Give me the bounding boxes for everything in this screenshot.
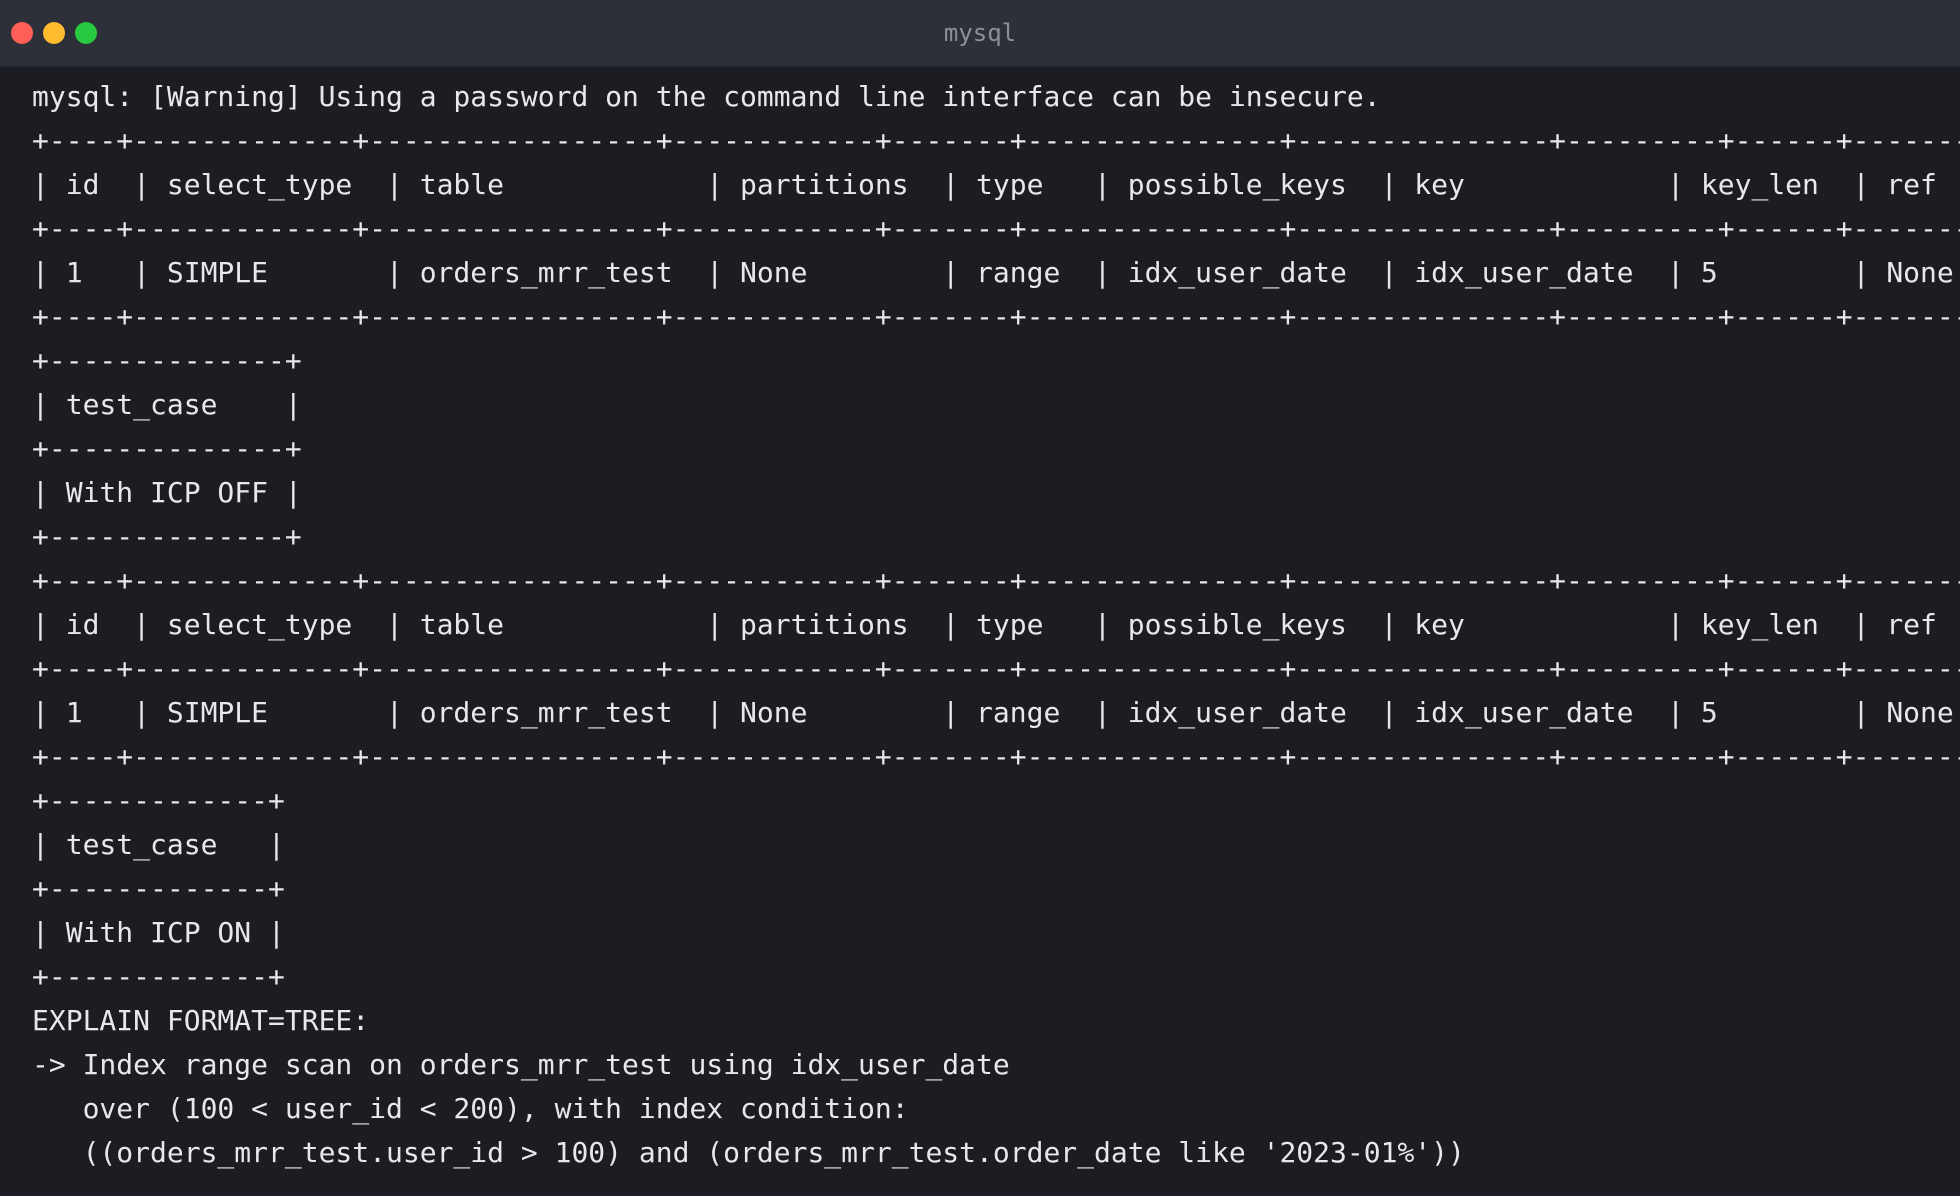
table-border-line: +----+-------------+-----------------+--…: [32, 300, 1960, 333]
explain-tree-line: ((orders_mrr_test.user_id > 100) and (or…: [32, 1136, 1465, 1169]
test-case-header-row: | test_case |: [32, 828, 285, 861]
explain-tree-line: over (100 < user_id < 200), with index c…: [32, 1092, 909, 1125]
terminal-output[interactable]: mysql: [Warning] Using a password on the…: [0, 66, 1960, 1196]
title-bar: mysql: [0, 0, 1960, 67]
window-title: mysql: [943, 19, 1017, 47]
table-border-line: +----+-------------+-----------------+--…: [32, 652, 1960, 685]
explain-tree-heading: EXPLAIN FORMAT=TREE:: [32, 1004, 370, 1037]
explain-data-row: | 1 | SIMPLE | orders_mrr_test | None | …: [32, 696, 1954, 729]
test-case-header-row: | test_case |: [32, 388, 302, 421]
table-border-line: +--------------+: [32, 344, 302, 377]
explain-header-row: | id | select_type | table | partitions …: [32, 168, 1937, 201]
table-border-line: +----+-------------+-----------------+--…: [32, 124, 1960, 157]
test-case-value-row: | With ICP ON |: [32, 916, 285, 949]
table-border-line: +--------------+: [32, 520, 302, 553]
explain-data-row: | 1 | SIMPLE | orders_mrr_test | None | …: [32, 256, 1954, 289]
terminal-line-warning: mysql: [Warning] Using a password on the…: [32, 80, 1381, 113]
table-border-line: +--------------+: [32, 432, 302, 465]
table-border-line: +-------------+: [32, 960, 285, 993]
table-border-line: +-------------+: [32, 872, 285, 905]
table-border-line: +----+-------------+-----------------+--…: [32, 740, 1960, 773]
explain-tree-line: -> Index range scan on orders_mrr_test u…: [32, 1048, 1010, 1081]
explain-header-row: | id | select_type | table | partitions …: [32, 608, 1937, 641]
table-border-line: +-------------+: [32, 784, 285, 817]
table-border-line: +----+-------------+-----------------+--…: [32, 212, 1960, 245]
table-border-line: +----+-------------+-----------------+--…: [32, 564, 1960, 597]
terminal-window: mysql mysql: [Warning] Using a password …: [0, 0, 1960, 1196]
test-case-value-row: | With ICP OFF |: [32, 476, 302, 509]
